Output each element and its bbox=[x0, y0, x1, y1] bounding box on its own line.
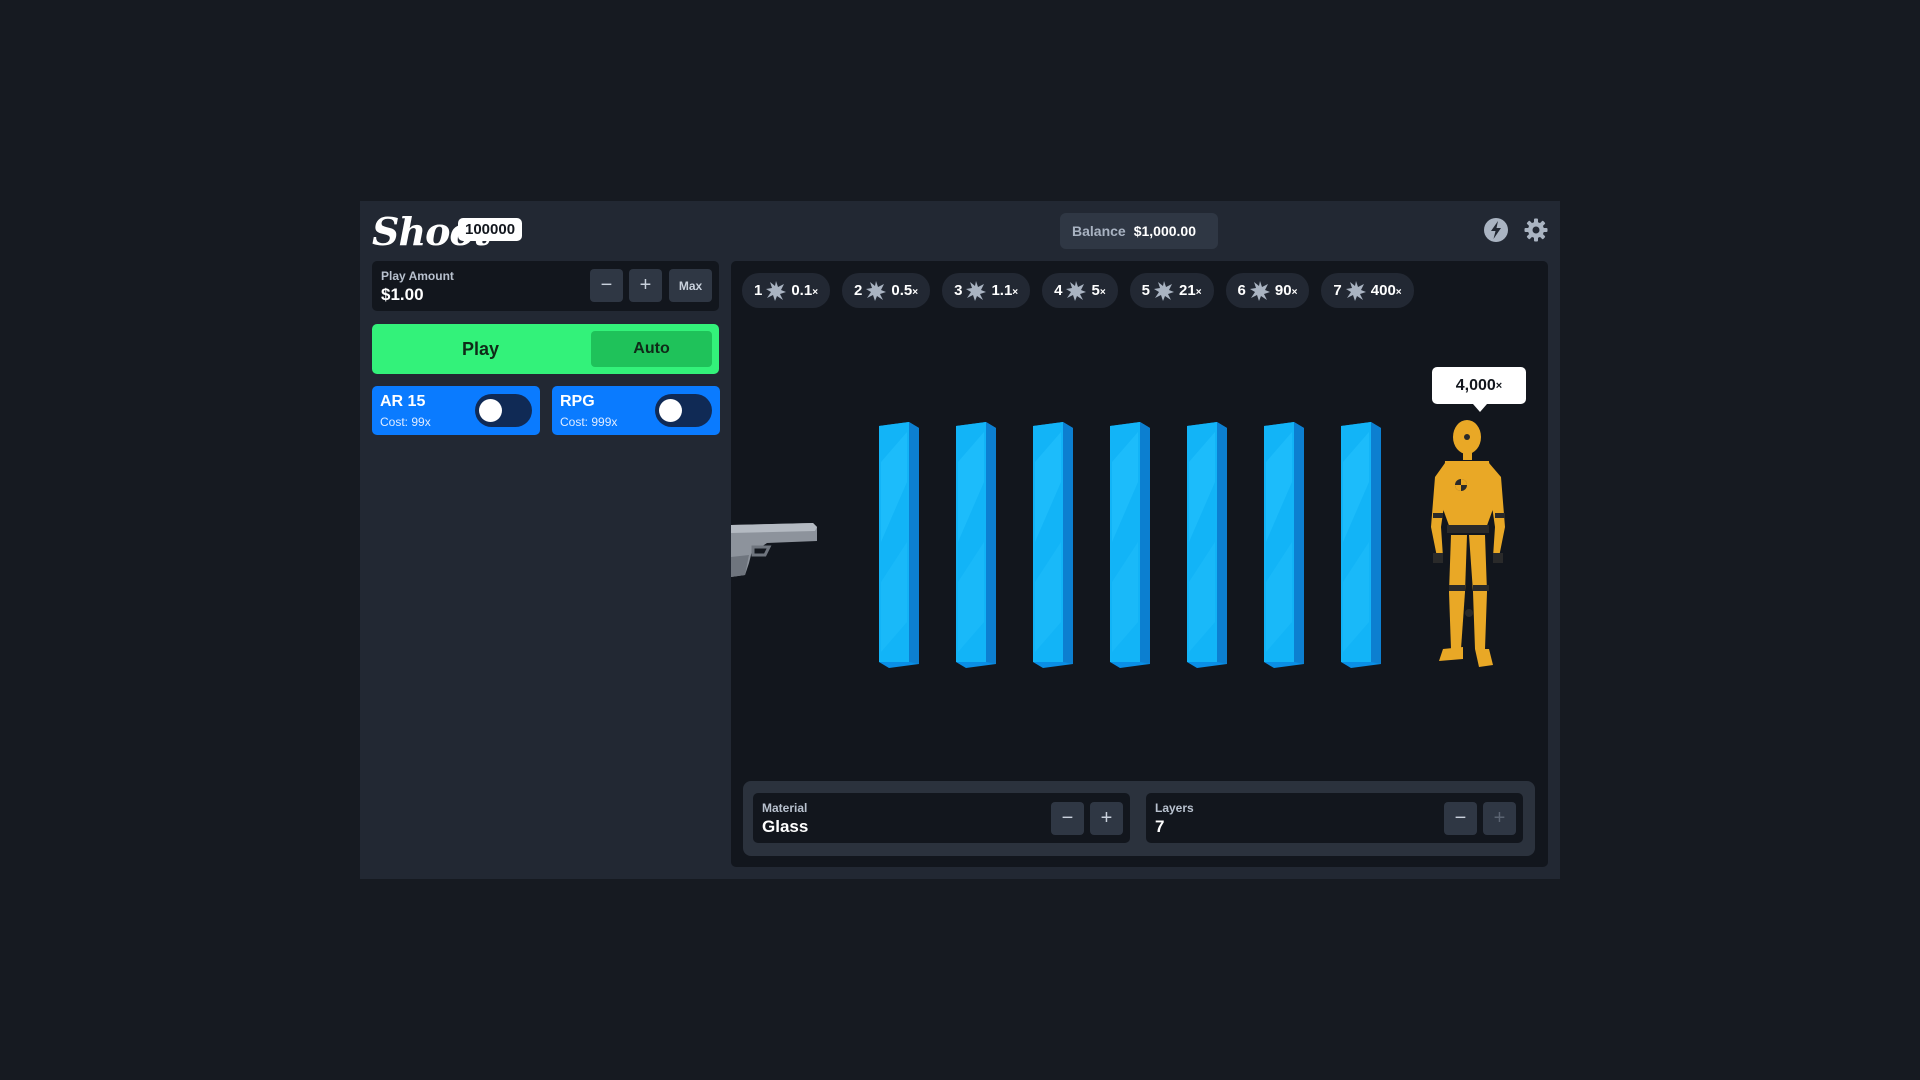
chip-multiplier: 0.5× bbox=[891, 282, 918, 299]
balance-value: $1,000.00 bbox=[1133, 223, 1196, 239]
layers-decrease-button[interactable]: − bbox=[1444, 802, 1477, 835]
glass-pane bbox=[954, 422, 997, 668]
chip-multiplier-value: 0.5 bbox=[891, 282, 913, 299]
chip-layer: 1 bbox=[754, 282, 763, 299]
play-control: Play Auto bbox=[372, 324, 719, 374]
weapon-name: RPG bbox=[560, 393, 595, 410]
material-decrease-button[interactable]: − bbox=[1051, 802, 1084, 835]
chip-multiplier-suffix: × bbox=[1099, 287, 1106, 298]
weapon-card-rpg: RPG Cost: 999x bbox=[552, 386, 720, 435]
pistol-icon bbox=[731, 517, 821, 602]
glass-pane bbox=[1185, 422, 1228, 668]
chip-layer: 2 bbox=[854, 282, 863, 299]
weapon-cost: Cost: 99x bbox=[380, 415, 431, 429]
burst-icon bbox=[965, 280, 987, 302]
play-amount-label: Play Amount bbox=[381, 269, 454, 283]
glass-pane bbox=[1031, 422, 1074, 668]
material-label: Material bbox=[762, 801, 808, 815]
chip-multiplier-suffix: × bbox=[1012, 287, 1019, 298]
lightning-icon[interactable] bbox=[1482, 216, 1510, 244]
multiplier-chip: 5 21× bbox=[1129, 273, 1214, 308]
material-value: Glass bbox=[762, 817, 809, 836]
chip-multiplier-suffix: × bbox=[1291, 287, 1298, 298]
chip-multiplier: 0.1× bbox=[791, 282, 818, 299]
target-multiplier-value: 4,000 bbox=[1455, 376, 1496, 394]
chip-multiplier-suffix: × bbox=[1195, 287, 1202, 298]
multiplier-chip: 6 90× bbox=[1225, 273, 1310, 308]
multiplier-chip: 4 5× bbox=[1042, 273, 1118, 308]
toggle-knob bbox=[659, 399, 682, 422]
chip-layer: 5 bbox=[1141, 282, 1151, 299]
game-window: Shoot 100000 Balance $1,000.00 Play Amou… bbox=[360, 201, 1560, 879]
weapon-card-ar15: AR 15 Cost: 99x bbox=[372, 386, 540, 435]
settings-bar: Material Glass − + Layers 7 − + bbox=[743, 781, 1535, 856]
burst-icon bbox=[1065, 280, 1087, 302]
target-multiplier-suffix: × bbox=[1495, 379, 1503, 392]
burst-icon bbox=[1153, 280, 1175, 302]
chip-multiplier-value: 400 bbox=[1370, 282, 1396, 299]
chip-multiplier: 1.1× bbox=[991, 282, 1018, 299]
material-field[interactable]: Material Glass − + bbox=[753, 793, 1130, 843]
layers-field[interactable]: Layers 7 − + bbox=[1146, 793, 1523, 843]
layers-increase-button[interactable]: + bbox=[1483, 802, 1516, 835]
layers-label: Layers bbox=[1155, 801, 1194, 815]
game-stage: 1 0.1× 2 0.5× 3 1.1× 4 5× 5 21× 6 90× 7 400× 4,000 × bbox=[731, 261, 1548, 867]
chip-multiplier: 90× bbox=[1275, 282, 1298, 299]
chip-multiplier-value: 21 bbox=[1179, 282, 1196, 299]
multiplier-chip: 3 1.1× bbox=[942, 273, 1031, 308]
amount-max-button[interactable]: Max bbox=[669, 269, 712, 302]
chip-multiplier-suffix: × bbox=[912, 287, 919, 298]
chip-layer: 3 bbox=[954, 282, 963, 299]
multiplier-chip: 7 400× bbox=[1321, 273, 1414, 308]
balance-label: Balance bbox=[1072, 223, 1126, 239]
chip-multiplier-value: 90 bbox=[1274, 282, 1292, 299]
multiplier-chips: 1 0.1× 2 0.5× 3 1.1× 4 5× 5 21× 6 90× 7 400× bbox=[742, 273, 1426, 308]
weapon-toggle[interactable] bbox=[475, 394, 532, 427]
glass-pane bbox=[1262, 422, 1305, 668]
multiplier-chip: 1 0.1× bbox=[742, 273, 831, 308]
toggle-knob bbox=[479, 399, 502, 422]
gear-icon[interactable] bbox=[1522, 216, 1550, 244]
chip-layer: 7 bbox=[1333, 282, 1342, 299]
glass-pane bbox=[1108, 422, 1151, 668]
chip-multiplier-suffix: × bbox=[1395, 287, 1402, 298]
chip-multiplier: 400× bbox=[1371, 282, 1402, 299]
layers-value: 7 bbox=[1155, 817, 1165, 836]
crash-dummy-icon bbox=[1423, 417, 1513, 677]
amount-increase-button[interactable]: + bbox=[629, 269, 662, 302]
logo-badge: 100000 bbox=[458, 218, 523, 241]
target-multiplier-bubble: 4,000 × bbox=[1432, 367, 1526, 412]
chip-layer: 6 bbox=[1237, 282, 1246, 299]
burst-icon bbox=[765, 280, 787, 302]
amount-decrease-button[interactable]: − bbox=[590, 269, 623, 302]
auto-button[interactable]: Auto bbox=[591, 331, 712, 367]
play-amount-field[interactable]: Play Amount $1.00 − + Max bbox=[372, 261, 719, 311]
balance-display: Balance $1,000.00 bbox=[1060, 213, 1218, 249]
burst-icon bbox=[865, 280, 887, 302]
chip-multiplier-value: 5 bbox=[1091, 282, 1100, 299]
chip-multiplier-value: 1.1 bbox=[991, 282, 1013, 299]
glass-pane bbox=[1339, 422, 1382, 668]
weapon-cost: Cost: 999x bbox=[560, 415, 618, 429]
play-amount-value: $1.00 bbox=[381, 285, 424, 304]
chip-layer: 4 bbox=[1054, 282, 1063, 299]
weapon-name: AR 15 bbox=[380, 393, 426, 410]
chip-multiplier-suffix: × bbox=[812, 287, 819, 298]
chip-multiplier: 5× bbox=[1091, 282, 1105, 299]
play-button[interactable]: Play bbox=[372, 324, 589, 374]
chip-multiplier-value: 0.1 bbox=[791, 282, 813, 299]
weapon-toggle[interactable] bbox=[655, 394, 712, 427]
multiplier-chip: 2 0.5× bbox=[842, 273, 931, 308]
material-increase-button[interactable]: + bbox=[1090, 802, 1123, 835]
burst-icon bbox=[1249, 280, 1271, 302]
glass-pane bbox=[877, 422, 920, 668]
chip-multiplier: 21× bbox=[1179, 282, 1202, 299]
burst-icon bbox=[1345, 280, 1367, 302]
